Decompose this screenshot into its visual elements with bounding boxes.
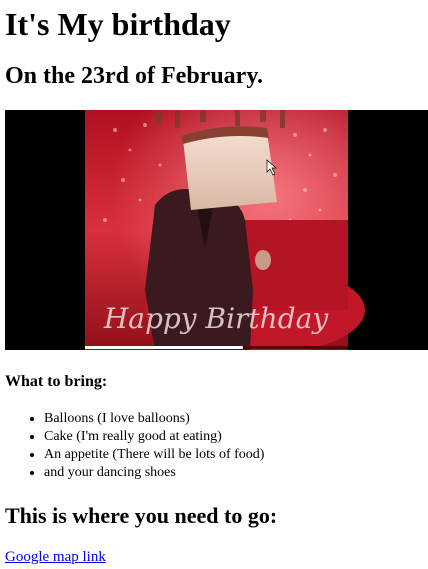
location-heading: This is where you need to go: xyxy=(5,503,278,528)
bring-list: Balloons (I love balloons) Cake (I'm rea… xyxy=(0,410,264,482)
video-frame: Happy Birthday xyxy=(85,110,365,350)
list-item: Cake (I'm really good at eating) xyxy=(44,428,264,446)
list-item: and your dancing shoes xyxy=(44,464,264,482)
list-item: Balloons (I love balloons) xyxy=(44,410,264,428)
list-item: An appetite (There will be lots of food) xyxy=(44,446,264,464)
page-title: It's My birthday xyxy=(5,6,231,42)
video-overlay-text: Happy Birthday xyxy=(103,302,329,335)
video-progress-fill xyxy=(85,346,243,349)
google-map-link[interactable]: Google map link xyxy=(5,548,106,566)
birthday-video[interactable]: Happy Birthday xyxy=(5,110,428,350)
bring-heading: What to bring: xyxy=(5,373,108,390)
event-date: On the 23rd of February. xyxy=(5,63,263,89)
page: It's My birthday On the 23rd of February… xyxy=(0,0,428,569)
